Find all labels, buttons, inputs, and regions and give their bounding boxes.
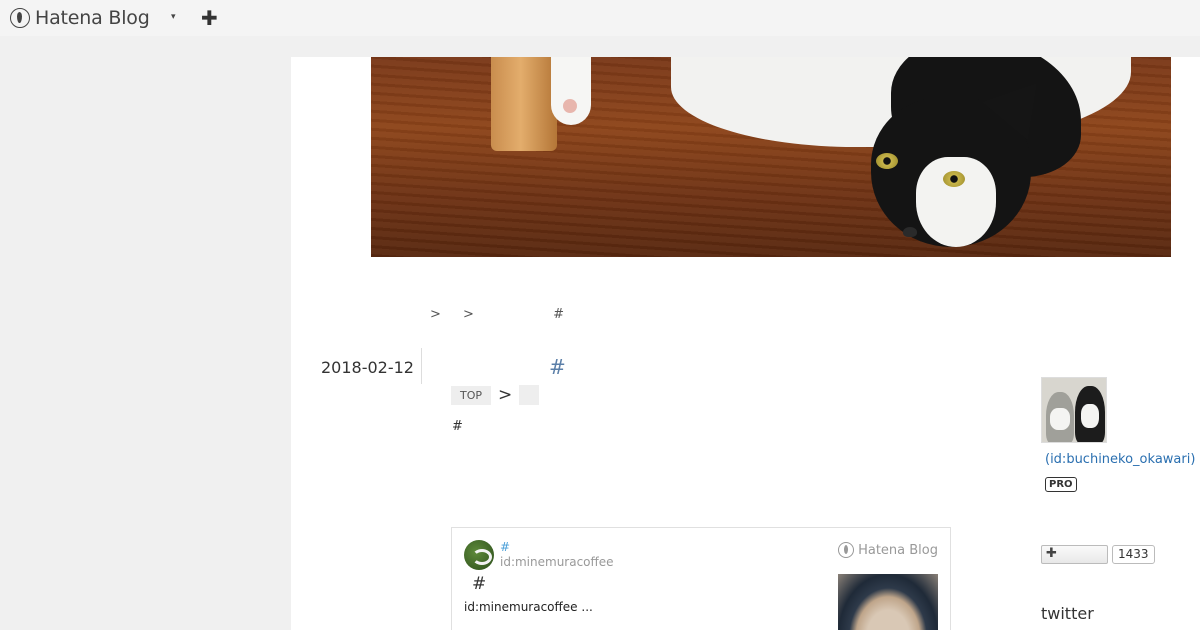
- category-link[interactable]: [519, 385, 540, 405]
- twitter-heading: twitter: [1041, 604, 1094, 623]
- embed-brand: Hatena Blog: [838, 542, 938, 558]
- profile-id-link[interactable]: (id:buchineko_okawari): [1045, 452, 1195, 467]
- entry-body-hash[interactable]: #: [452, 419, 463, 434]
- menu-dropdown-icon[interactable]: ▾: [171, 12, 176, 22]
- entry-date[interactable]: 2018-02-12: [321, 358, 414, 377]
- add-icon[interactable]: ✚: [201, 6, 218, 30]
- follow-button[interactable]: ✚: [1041, 545, 1108, 564]
- breadcrumb-separator: >: [430, 307, 441, 322]
- embed-card[interactable]: # id:minemuracoffee Hatena Blog # id:min…: [451, 527, 951, 630]
- embed-user-id[interactable]: id:minemuracoffee: [500, 555, 614, 569]
- embed-thumbnail[interactable]: [838, 574, 938, 630]
- header-cat-photo: [371, 57, 1171, 257]
- follower-count[interactable]: 1433: [1112, 545, 1155, 564]
- embed-blog-link[interactable]: #: [500, 540, 510, 554]
- entry-categories: TOP >: [451, 385, 540, 405]
- hatena-logo-icon: [838, 542, 855, 558]
- date-divider: [421, 348, 422, 384]
- breadcrumb-hash[interactable]: #: [553, 307, 564, 322]
- embed-brand-name: Hatena Blog: [858, 542, 938, 558]
- embed-title[interactable]: #: [472, 574, 486, 594]
- hatena-logo-icon: [10, 8, 30, 28]
- pro-badge: PRO: [1045, 477, 1077, 492]
- category-separator: >: [498, 385, 513, 405]
- category-top-link[interactable]: TOP: [451, 385, 492, 405]
- embed-description: id:minemuracoffee ...: [464, 600, 593, 614]
- avatar[interactable]: [464, 540, 494, 570]
- entry-title-link[interactable]: #: [549, 355, 566, 379]
- hatena-blog-logo[interactable]: Hatena Blog: [10, 7, 150, 29]
- brand-name: Hatena Blog: [35, 7, 150, 29]
- profile-avatar[interactable]: [1041, 377, 1107, 443]
- breadcrumb: > > #: [430, 307, 564, 322]
- breadcrumb-separator: >: [463, 307, 474, 322]
- global-header: Hatena Blog ▾ ✚: [0, 0, 1200, 36]
